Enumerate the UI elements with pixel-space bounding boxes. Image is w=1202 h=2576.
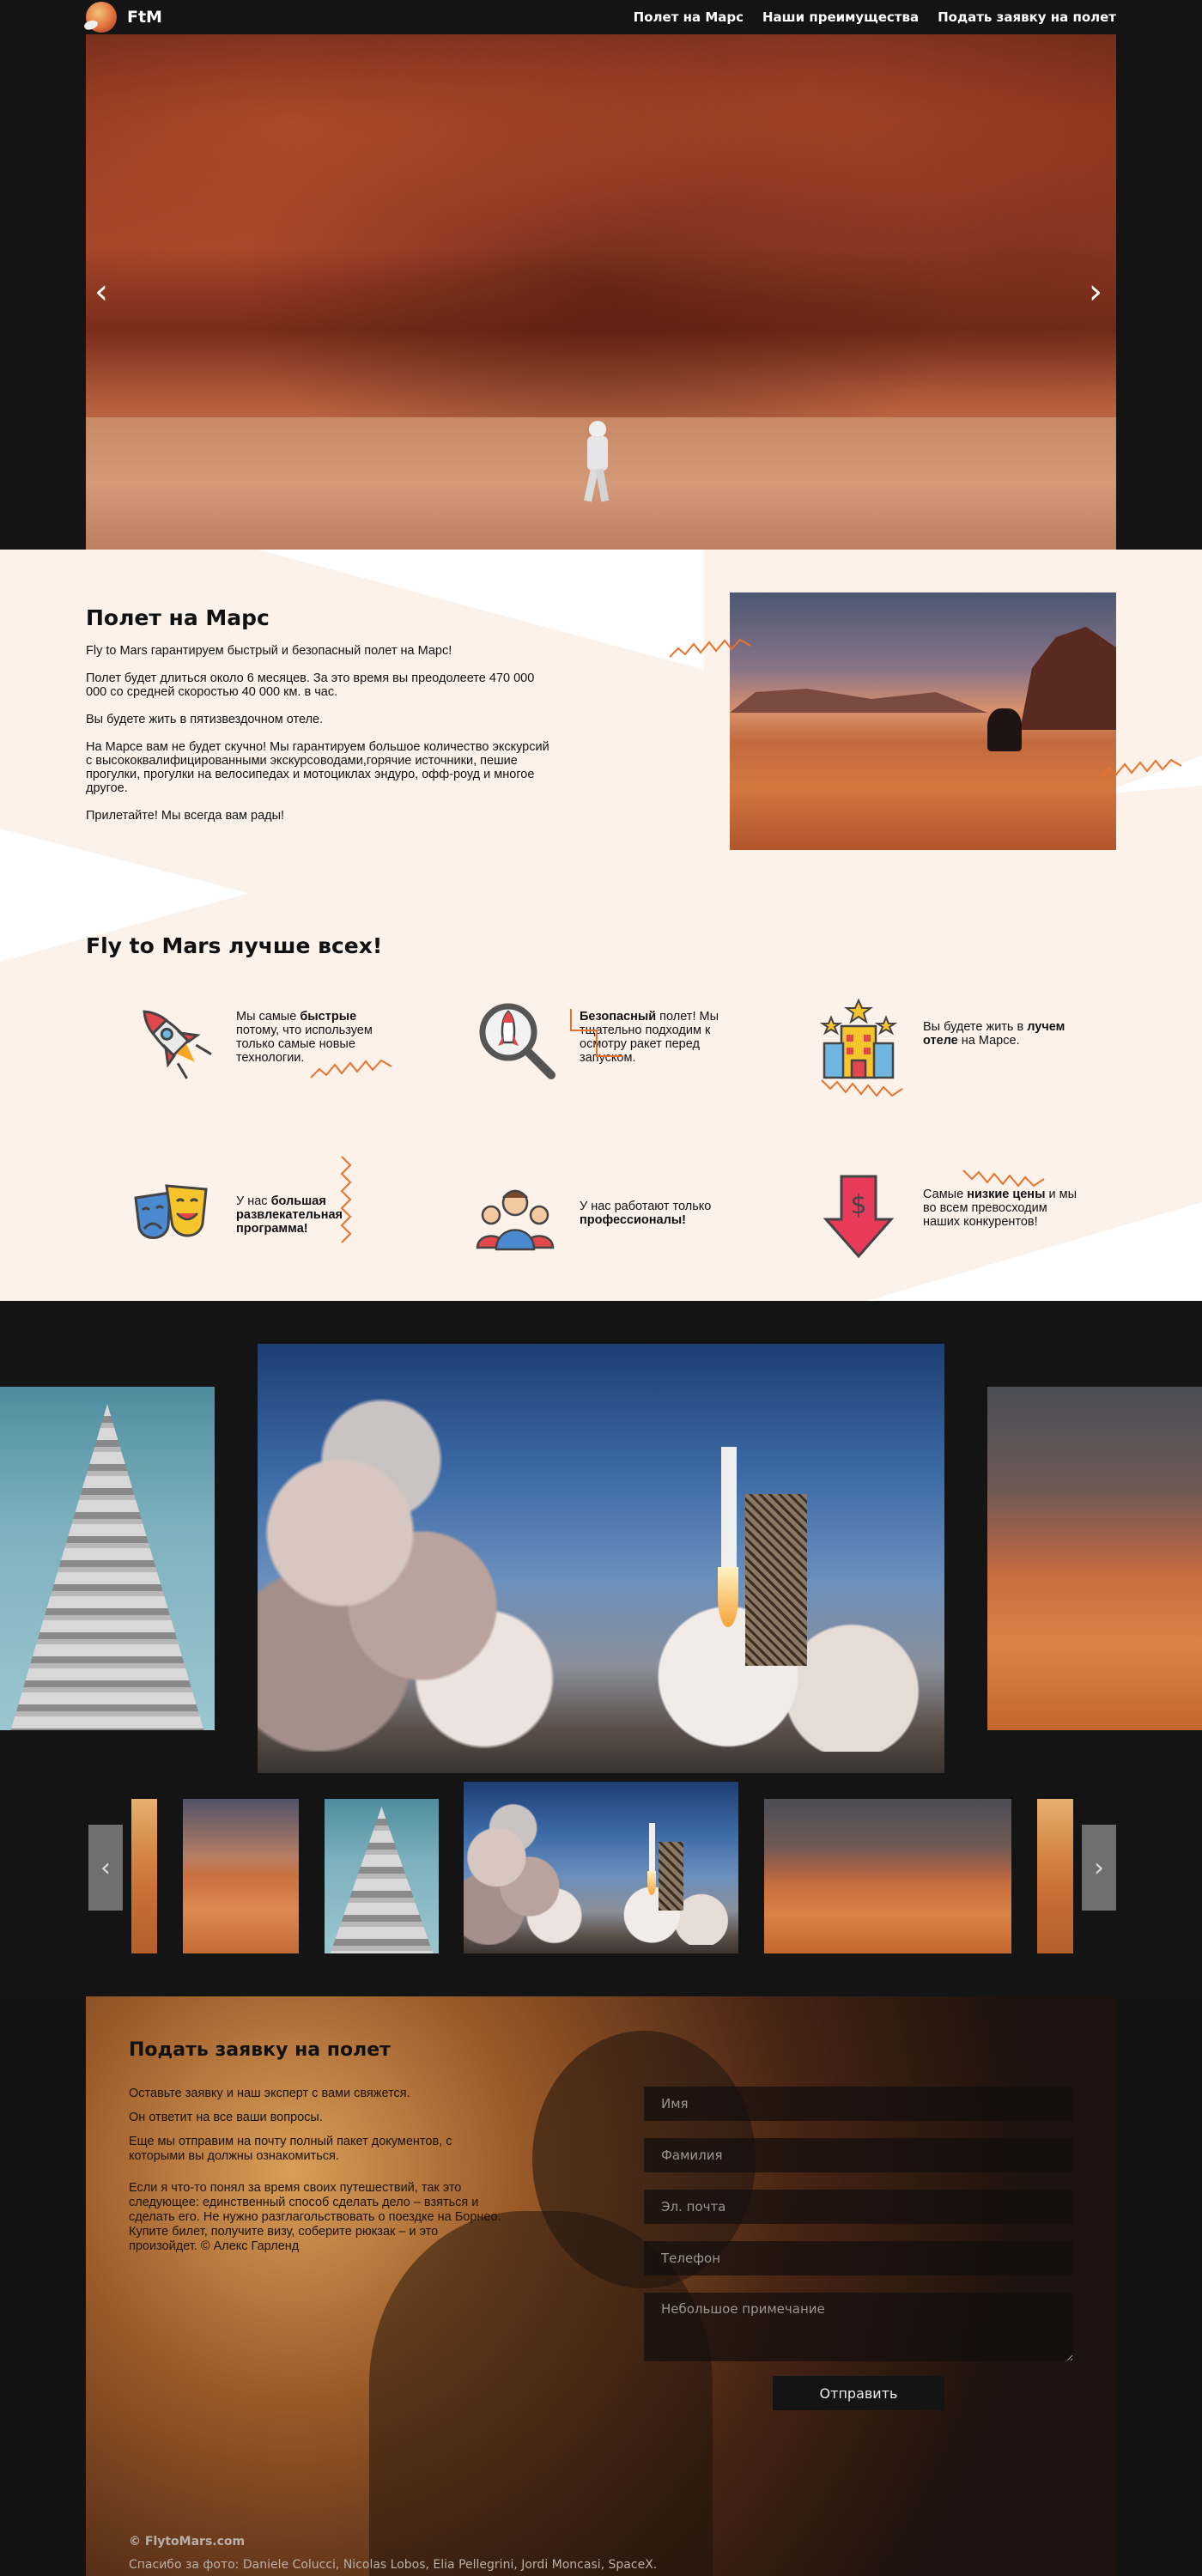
rocket-icon (143, 1010, 212, 1079)
hero-next-arrow-icon[interactable]: › (1089, 275, 1102, 309)
about-title: Полет на Марс (86, 605, 270, 630)
photo-credits: Спасибо за фото: Daniele Colucci, Nicola… (129, 2558, 658, 2572)
squiggle-decoration (821, 1079, 903, 1097)
submit-button[interactable]: Отправить (773, 2376, 944, 2410)
nav-link-apply[interactable]: Подать заявку на полет (938, 9, 1116, 25)
hero-prev-arrow-icon[interactable]: ‹ (94, 275, 108, 309)
nav-link-flight[interactable]: Полет на Марс (634, 9, 744, 25)
squiggle-decoration (1100, 758, 1182, 778)
features-title: Fly to Mars лучше всех! (86, 933, 383, 958)
about-section: Полет на Марс Fly to Mars гарантируем бы… (0, 550, 1202, 1301)
astronaut-figure (584, 421, 610, 502)
feature-hotel: Вы будете жить в лучем отеле на Марсе. (777, 996, 1065, 1097)
hero-slider: ‹ › (0, 0, 1202, 550)
planet-logo-icon (86, 2, 117, 33)
about-paragraph: Вы будете жить в пятизвездочном отеле. (86, 713, 324, 726)
thumb-image-desert-wide[interactable] (764, 1799, 1011, 1953)
email-field[interactable] (644, 2190, 1073, 2224)
application-form-section: Подать заявку на полет Оставьте заявку и… (86, 1996, 1116, 2576)
feature-entertainment: У нас большая развлекательная программа! (90, 1156, 373, 1267)
squiggle-decoration (962, 1170, 1045, 1188)
form-fields (644, 2087, 1073, 2379)
thumb-image-tower[interactable] (325, 1799, 439, 1953)
squiggle-decoration (340, 1156, 352, 1243)
feature-fast: Мы самые быстрые потому, что используем … (90, 996, 392, 1091)
feature-text: У нас большая развлекательная программа! (236, 1194, 343, 1236)
feature-text: У нас работают только профессионалы! (580, 1200, 712, 1227)
squiggle-decoration (570, 1009, 622, 1057)
gallery-next-arrow-icon[interactable]: › (1082, 1825, 1116, 1911)
feature-professionals: У нас работают только профессионалы! (434, 1172, 717, 1267)
gallery-image-desert[interactable] (987, 1387, 1202, 1730)
feature-text: Вы будете жить в лучем отеле на Марсе. (923, 1020, 1065, 1048)
squiggle-decoration (669, 638, 751, 658)
gallery-prev-arrow-icon[interactable]: ‹ (88, 1825, 123, 1911)
feature-safe: Безопасный полет! Мы тщательно подходим … (434, 996, 719, 1091)
name-field[interactable] (644, 2087, 1073, 2121)
team-icon (476, 1189, 555, 1251)
magnifier-rocket-icon (479, 1003, 555, 1079)
theater-masks-icon (134, 1184, 208, 1239)
feature-low-prices: $ Самые низкие цены и мы во всем превосх… (777, 1170, 1077, 1267)
about-paragraph: На Марсе вам не будет скучно! Мы гаранти… (86, 740, 549, 795)
surname-field[interactable] (644, 2138, 1073, 2172)
form-quote: Если я что-то понял за время своих путеш… (129, 2181, 501, 2253)
feature-text: Самые низкие цены и мы во всем превосход… (923, 1188, 1078, 1229)
about-text: Fly to Mars гарантируем быстрый и безопа… (86, 644, 549, 836)
gallery-image-rocket-launch[interactable] (258, 1344, 944, 1773)
price-down-icon: $ (823, 1175, 895, 1258)
thumb-image-rocket-launch[interactable] (464, 1782, 738, 1953)
gallery-image-tower[interactable] (0, 1387, 215, 1730)
form-paragraph: Он ответит на все ваши вопросы. (129, 2111, 323, 2124)
logo[interactable]: FtM (86, 2, 162, 33)
thumb-image-sunset[interactable] (131, 1799, 157, 1953)
about-paragraph: Fly to Mars гарантируем быстрый и безопа… (86, 644, 452, 658)
hero-image-mars-cliff (86, 0, 1116, 550)
top-nav: FtM Полет на Марс Наши преимущества Пода… (0, 0, 1202, 34)
form-description: Оставьте заявку и наш эксперт с вами свя… (129, 2087, 507, 2263)
thumb-image-sunset-2[interactable] (1037, 1799, 1073, 1953)
logo-text: FtM (127, 8, 162, 27)
about-paragraph: Полет будет длиться около 6 месяцев. За … (86, 671, 535, 699)
form-paragraph: Оставьте заявку и наш эксперт с вами свя… (129, 2087, 410, 2100)
about-photo-desert (730, 592, 1116, 850)
about-paragraph: Прилетайте! Мы всегда вам рады! (86, 809, 285, 823)
hotel-icon (819, 998, 898, 1079)
note-field[interactable] (644, 2293, 1073, 2361)
svg-text:$: $ (850, 1190, 866, 1220)
nav-link-advantages[interactable]: Наши преимущества (762, 9, 919, 25)
phone-field[interactable] (644, 2241, 1073, 2275)
form-title: Подать заявку на полет (129, 2039, 391, 2061)
copyright: © FlytoMars.com (129, 2535, 246, 2549)
form-paragraph: Еще мы отправим на почту полный пакет до… (129, 2135, 452, 2163)
thumb-image-desert[interactable] (183, 1799, 299, 1953)
squiggle-decoration (310, 1059, 392, 1078)
